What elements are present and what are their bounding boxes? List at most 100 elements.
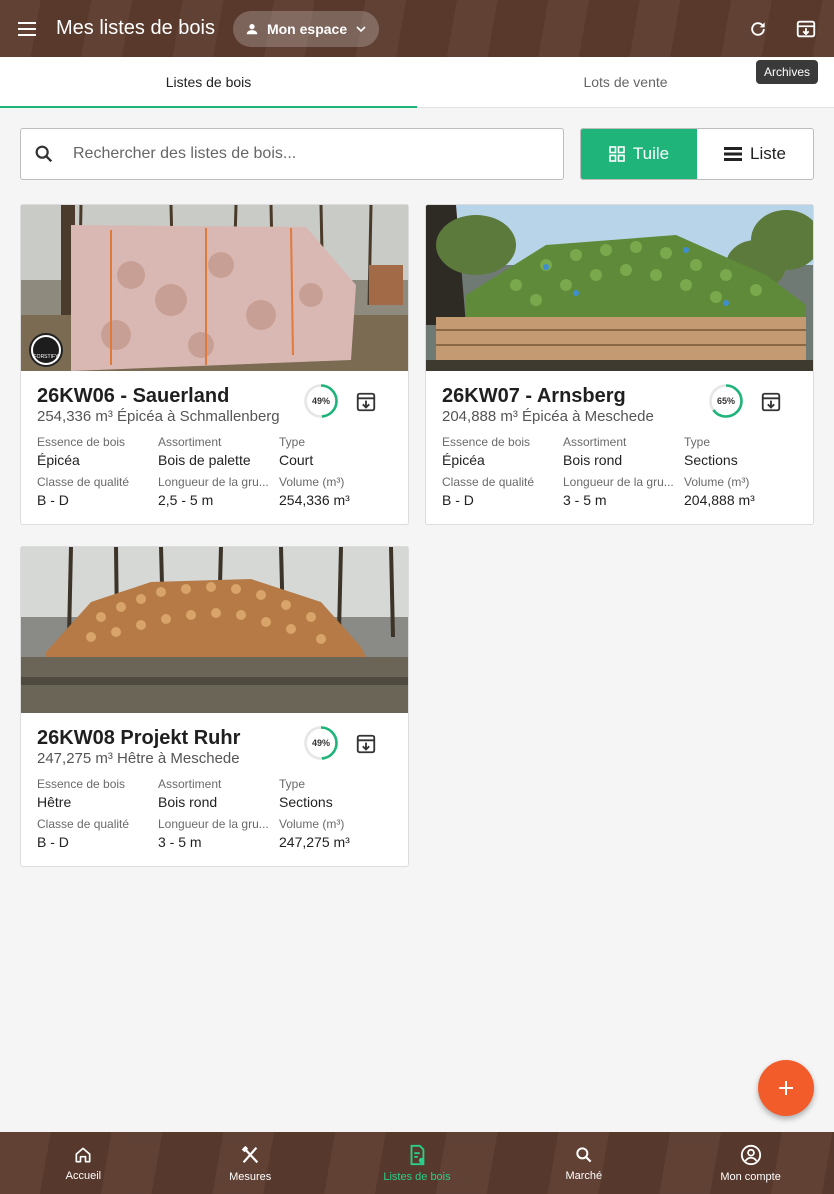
- nav-item-mon-compte[interactable]: Mon compte: [667, 1132, 834, 1194]
- field-label: Essence de bois: [37, 777, 126, 791]
- field-value: Épicéa: [37, 452, 80, 468]
- menu-button[interactable]: [0, 0, 56, 57]
- field-value: Sections: [684, 452, 738, 468]
- forstify-logo: FORSTIFY: [29, 333, 63, 367]
- field-label: Type: [279, 435, 306, 449]
- archive-button[interactable]: [760, 391, 784, 415]
- card-subtitle: 247,275 m³ Hêtre à Meschede: [37, 750, 240, 767]
- card-title: 26KW08 Projekt Ruhr: [37, 727, 241, 749]
- person-icon: [246, 23, 258, 34]
- nav-item-marche[interactable]: Marché: [500, 1132, 667, 1194]
- tab-bar: Listes de bois Lots de vente: [0, 57, 834, 108]
- archive-icon: [796, 20, 816, 37]
- field-value: Sections: [279, 794, 333, 810]
- nav-item-mesures[interactable]: Mesures: [167, 1132, 334, 1194]
- wood-pile-photo: FORSTIFY: [21, 205, 408, 371]
- field-value: 3 - 5 m: [158, 834, 202, 850]
- refresh-button[interactable]: [734, 0, 782, 57]
- archive-icon: [761, 392, 781, 412]
- field-value: Court: [279, 452, 314, 468]
- progress-label: 49%: [311, 738, 330, 748]
- field-label: Volume (m³): [279, 817, 345, 831]
- space-selector-button[interactable]: Mon espace: [232, 10, 380, 47]
- bottom-navigation: Accueil Mesures Listes de bois Marché Mo…: [0, 1132, 834, 1194]
- card-title: 26KW07 - Arnsberg: [442, 385, 626, 407]
- chevron-down-icon: [356, 25, 366, 32]
- add-wood-list-button[interactable]: [758, 1060, 814, 1116]
- space-label: Mon espace: [266, 20, 348, 37]
- archives-tooltip: Archives: [755, 60, 818, 84]
- list-icon: [724, 147, 743, 161]
- field-label: Assortiment: [158, 777, 222, 791]
- archive-button[interactable]: [355, 391, 379, 415]
- nav-label: Mesures: [229, 1170, 272, 1183]
- field-label: Longueur de la gru...: [158, 475, 269, 489]
- progress-ring: 49%: [303, 383, 339, 419]
- field-label: Classe de qualité: [37, 475, 130, 489]
- field-value: Bois rond: [563, 452, 623, 468]
- field-label: Essence de bois: [442, 435, 531, 449]
- tab-listes-de-bois[interactable]: Listes de bois: [0, 57, 417, 108]
- field-value: Épicéa: [442, 452, 485, 468]
- wood-list-card[interactable]: 26KW07 - Arnsberg 204,888 m³ Épicéa à Me…: [425, 204, 814, 525]
- measure-icon: [241, 1145, 259, 1163]
- nav-label: Listes de bois: [383, 1170, 451, 1183]
- tile-view-button[interactable]: Tuile: [581, 129, 697, 179]
- home-icon: [75, 1147, 91, 1162]
- tile-view-label: Tuile: [632, 144, 670, 163]
- progress-ring: 65%: [708, 383, 744, 419]
- field-label: Longueur de la gru...: [158, 817, 269, 831]
- search-box: [20, 128, 564, 180]
- search-icon: [35, 145, 53, 163]
- progress-ring: 49%: [303, 725, 339, 761]
- archive-button[interactable]: [355, 733, 379, 757]
- wood-list-icon: [410, 1144, 425, 1165]
- field-value: 247,275 m³: [279, 834, 350, 850]
- field-value: B - D: [37, 492, 69, 508]
- wood-pile-photo: [21, 547, 408, 713]
- view-toggle: Tuile Liste: [580, 128, 814, 180]
- field-label: Volume (m³): [279, 475, 345, 489]
- wood-list-card[interactable]: 26KW08 Projekt Ruhr 247,275 m³ Hêtre à M…: [20, 546, 409, 867]
- field-value: B - D: [442, 492, 474, 508]
- field-label: Type: [684, 435, 711, 449]
- field-value: Bois de palette: [158, 452, 251, 468]
- field-value: Hêtre: [37, 794, 72, 810]
- plus-icon: [779, 1081, 793, 1095]
- field-value: B - D: [37, 834, 69, 850]
- field-label: Assortiment: [158, 435, 222, 449]
- list-view-button[interactable]: Liste: [697, 129, 813, 179]
- field-label: Classe de qualité: [442, 475, 535, 489]
- progress-label: 65%: [716, 396, 735, 406]
- page-title: Mes listes de bois: [56, 17, 215, 39]
- card-subtitle: 204,888 m³ Épicéa à Meschede: [442, 408, 654, 425]
- archives-button[interactable]: [782, 0, 830, 57]
- archive-icon: [356, 734, 376, 754]
- progress-label: 49%: [311, 396, 330, 406]
- nav-item-listes-de-bois[interactable]: Listes de bois: [334, 1132, 501, 1194]
- search-input[interactable]: [73, 145, 563, 163]
- account-icon: [740, 1144, 761, 1165]
- nav-label: Marché: [565, 1169, 603, 1182]
- field-label: Volume (m³): [684, 475, 750, 489]
- field-label: Type: [279, 777, 306, 791]
- nav-label: Mon compte: [720, 1170, 781, 1183]
- wood-pile-photo: [426, 205, 813, 371]
- card-title: 26KW06 - Sauerland: [37, 385, 230, 407]
- field-value: Bois rond: [158, 794, 218, 810]
- field-value: 3 - 5 m: [563, 492, 607, 508]
- field-label: Classe de qualité: [37, 817, 130, 831]
- list-view-label: Liste: [750, 144, 786, 163]
- field-label: Essence de bois: [37, 435, 126, 449]
- field-value: 254,336 m³: [279, 492, 350, 508]
- archive-icon: [356, 392, 376, 412]
- grid-icon: [609, 146, 625, 162]
- search-icon: [576, 1146, 592, 1162]
- refresh-icon: [751, 21, 765, 36]
- field-value: 2,5 - 5 m: [158, 492, 214, 508]
- field-value: 204,888 m³: [684, 492, 755, 508]
- card-subtitle: 254,336 m³ Épicéa à Schmallenberg: [37, 408, 280, 425]
- field-label: Assortiment: [563, 435, 627, 449]
- wood-list-card[interactable]: FORSTIFY 26KW06 - Sauerland 254,336 m³ É…: [20, 204, 409, 525]
- nav-item-accueil[interactable]: Accueil: [0, 1132, 167, 1194]
